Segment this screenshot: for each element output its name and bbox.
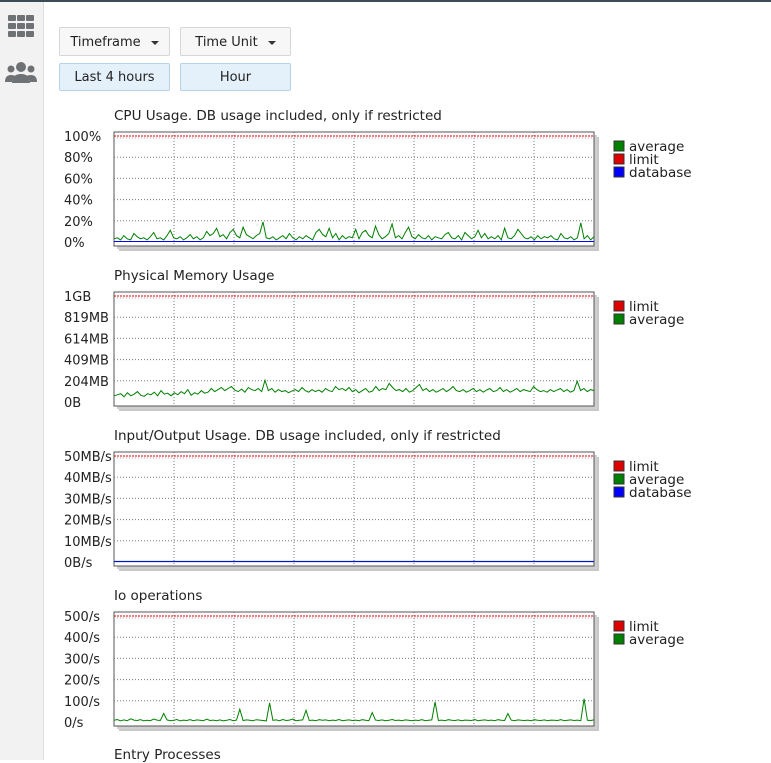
legend-label-average: average <box>629 312 684 328</box>
entry-processes-chart-title: Entry Processes <box>114 747 221 763</box>
legend-swatch-limit <box>613 460 625 472</box>
y-tick-label: 0% <box>64 236 85 251</box>
sidebar <box>0 2 44 760</box>
legend-label-average: average <box>629 632 684 648</box>
timeframe-dropdown[interactable]: Timeframe <box>59 27 170 56</box>
y-tick-label: 60% <box>64 172 93 187</box>
y-tick-label: 80% <box>64 151 93 166</box>
y-tick-label: 30MB/s <box>64 492 112 507</box>
y-tick-label: 10MB/s <box>64 535 112 550</box>
legend-swatch-average <box>613 633 625 645</box>
users-icon[interactable] <box>4 58 38 88</box>
y-tick-label: 20MB/s <box>64 514 112 529</box>
memory-chart-title: Physical Memory Usage <box>114 268 275 284</box>
y-tick-label: 100% <box>64 130 101 145</box>
y-tick-label: 50MB/s <box>64 450 112 465</box>
io-operations-chart-title: Io operations <box>114 588 203 604</box>
y-tick-label: 40% <box>64 194 93 209</box>
y-tick-label: 0B/s <box>64 556 93 571</box>
y-tick-label: 300/s <box>64 652 100 667</box>
timeframe-value: Last 4 hours <box>59 63 170 91</box>
y-tick-label: 204MB <box>64 375 109 390</box>
memory-usage-chart: 1GB819MB614MB409MB204MB0Blimitaverage <box>64 290 684 411</box>
io-usage-chart: 50MB/s40MB/s30MB/s20MB/s10MB/s0B/slimita… <box>64 450 692 571</box>
legend-swatch-database <box>613 166 625 178</box>
cpu-usage-chart: 100%80%60%40%20%0%averagelimitdatabase <box>64 130 692 251</box>
io-chart-title: Input/Output Usage. DB usage included, o… <box>114 428 501 444</box>
y-tick-label: 819MB <box>64 311 109 326</box>
y-tick-label: 200/s <box>64 674 100 689</box>
grid-icon[interactable] <box>4 11 38 41</box>
y-tick-label: 0/s <box>64 716 84 731</box>
legend-swatch-limit <box>613 153 625 165</box>
legend-swatch-average <box>613 140 625 152</box>
time-unit-value: Hour <box>180 63 291 91</box>
time-unit-dropdown[interactable]: Time Unit <box>180 27 291 56</box>
time-unit-label: Time Unit <box>195 35 258 50</box>
legend-label-database: database <box>629 485 692 501</box>
legend-swatch-limit <box>613 620 625 632</box>
y-tick-label: 100/s <box>64 695 100 710</box>
legend-swatch-average <box>613 313 625 325</box>
timeframe-label: Timeframe <box>70 35 141 50</box>
y-tick-label: 20% <box>64 215 93 230</box>
y-tick-label: 1GB <box>64 290 91 305</box>
legend-swatch-average <box>613 473 625 485</box>
legend-swatch-limit <box>613 300 625 312</box>
legend-swatch-database <box>613 486 625 498</box>
y-tick-label: 0B <box>64 396 81 411</box>
legend-label-database: database <box>629 165 692 181</box>
chevron-down-icon <box>150 40 159 45</box>
cpu-chart-title: CPU Usage. DB usage included, only if re… <box>114 108 442 124</box>
y-tick-label: 409MB <box>64 354 109 369</box>
io-operations-chart: 500/s400/s300/s200/s100/s0/slimitaverage <box>64 610 684 731</box>
y-tick-label: 400/s <box>64 631 100 646</box>
y-tick-label: 500/s <box>64 610 100 625</box>
y-tick-label: 614MB <box>64 332 109 347</box>
chevron-down-icon <box>267 40 276 45</box>
y-tick-label: 40MB/s <box>64 471 112 486</box>
top-border <box>0 0 771 2</box>
